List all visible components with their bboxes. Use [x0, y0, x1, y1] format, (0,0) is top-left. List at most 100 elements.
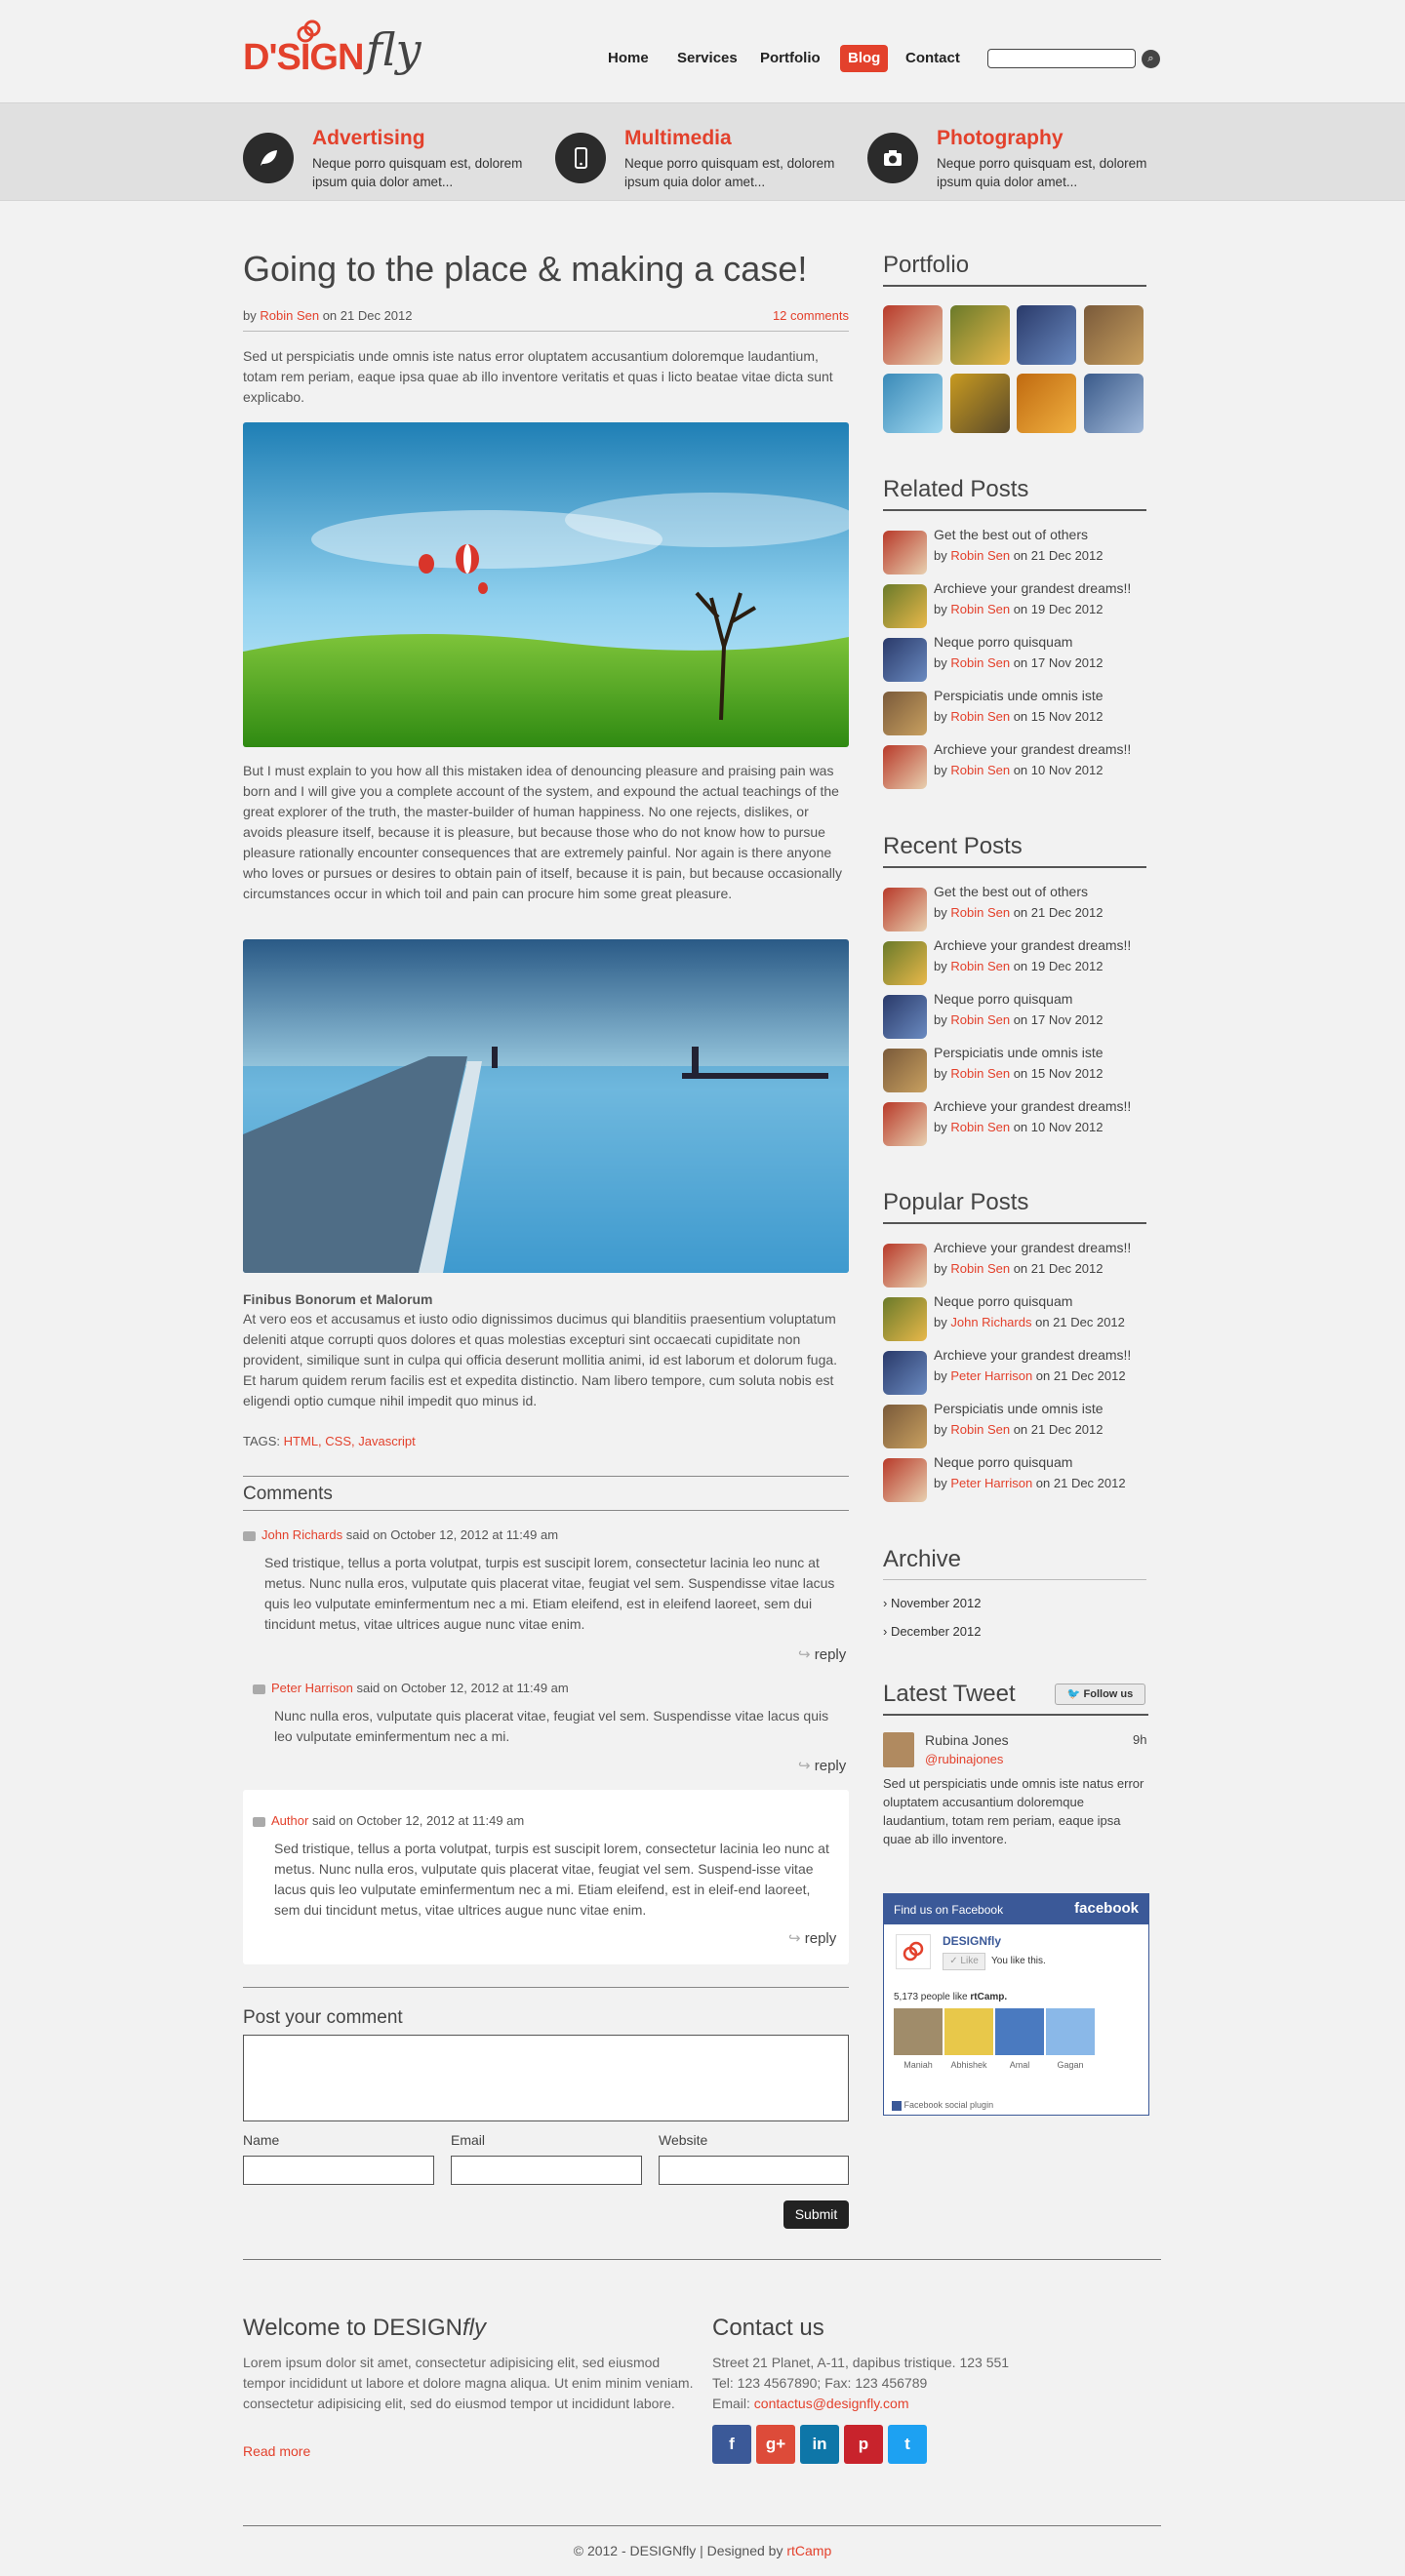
facebook-page-name[interactable]: DESIGNfly — [943, 1934, 1001, 1948]
sidebar-post-item[interactable]: Archieve your grandest dreams!! by Robin … — [883, 1240, 1156, 1288]
sidebar-post-author[interactable]: Robin Sen — [950, 763, 1010, 777]
follow-us-button[interactable]: 🐦 Follow us — [1055, 1684, 1145, 1705]
nav-contact[interactable]: Contact — [898, 45, 968, 72]
sidebar-post-title[interactable]: Archieve your grandest dreams!! — [934, 580, 1131, 596]
sidebar-post-title[interactable]: Perspiciatis unde omnis iste — [934, 688, 1104, 703]
pinterest-icon[interactable]: p — [844, 2425, 883, 2464]
reply-button[interactable]: ↪ reply — [798, 1757, 846, 1774]
comment-date: said on October 12, 2012 at 11:49 am — [311, 1813, 525, 1828]
sidebar-post-author[interactable]: John Richards — [950, 1315, 1031, 1329]
comment-textarea[interactable] — [243, 2035, 849, 2121]
sidebar-post-item[interactable]: Perspiciatis unde omnis iste by Robin Sen… — [883, 1401, 1156, 1449]
like-button[interactable]: ✓ Like — [943, 1953, 985, 1970]
reply-button[interactable]: ↪ reply — [788, 1929, 836, 1947]
sidebar-post-author[interactable]: Robin Sen — [950, 905, 1010, 920]
sidebar-post-item[interactable]: Archieve your grandest dreams!! by Peter … — [883, 1347, 1156, 1396]
portfolio-thumb[interactable] — [883, 374, 943, 433]
name-field[interactable] — [243, 2156, 434, 2185]
google-plus-icon[interactable]: g+ — [756, 2425, 795, 2464]
reply-button[interactable]: ↪ reply — [798, 1645, 846, 1663]
fan-face[interactable] — [1046, 2008, 1095, 2055]
archive-link[interactable]: › November 2012 — [883, 1596, 981, 1610]
comment-author[interactable]: Peter Harrison — [271, 1681, 353, 1695]
portfolio-thumb[interactable] — [950, 305, 1010, 365]
feature-multimedia[interactable]: Multimedia Neque porro quisquam est, dol… — [555, 125, 848, 189]
portfolio-thumb[interactable] — [1017, 374, 1076, 433]
portfolio-thumb[interactable] — [883, 305, 943, 365]
archive-link[interactable]: › December 2012 — [883, 1624, 981, 1639]
fan-face[interactable] — [944, 2008, 993, 2055]
sidebar-post-item[interactable]: Neque porro quisquam by Robin Sen on 17 N… — [883, 634, 1156, 683]
sidebar-post-item[interactable]: Perspiciatis unde omnis iste by Robin Sen… — [883, 1045, 1156, 1093]
nav-blog[interactable]: Blog — [840, 45, 889, 72]
read-more-link[interactable]: Read more — [243, 2443, 310, 2459]
sidebar-post-item[interactable]: Archieve your grandest dreams!! by Robin … — [883, 1098, 1156, 1147]
search-input[interactable] — [987, 49, 1136, 68]
sidebar-post-author[interactable]: Robin Sen — [950, 655, 1010, 670]
nav-portfolio[interactable]: Portfolio — [752, 45, 828, 72]
sidebar-post-author[interactable]: Robin Sen — [950, 1066, 1010, 1081]
portfolio-thumb[interactable] — [1017, 305, 1076, 365]
search-icon[interactable]: ⌕ — [1142, 50, 1160, 68]
sidebar-post-author[interactable]: Peter Harrison — [950, 1368, 1032, 1383]
sidebar-post-item[interactable]: Neque porro quisquam by Robin Sen on 17 N… — [883, 991, 1156, 1040]
nav-services[interactable]: Services — [669, 45, 745, 72]
sidebar-post-item[interactable]: Neque porro quisquam by Peter Harrison on… — [883, 1454, 1156, 1503]
feature-photography[interactable]: Photography Neque porro quisquam est, do… — [867, 125, 1160, 189]
post-author-link[interactable]: Robin Sen — [260, 308, 319, 323]
tweet-handle[interactable]: @rubinajones — [925, 1752, 1003, 1766]
portfolio-thumb[interactable] — [1084, 374, 1144, 433]
sidebar-post-item[interactable]: Neque porro quisquam by John Richards on … — [883, 1293, 1156, 1342]
sidebar-post-author[interactable]: Robin Sen — [950, 548, 1010, 563]
sidebar-post-author[interactable]: Robin Sen — [950, 1261, 1010, 1276]
sidebar-post-item[interactable]: Get the best out of others by Robin Sen o… — [883, 884, 1156, 932]
sidebar-post-title[interactable]: Neque porro quisquam — [934, 1293, 1072, 1309]
sidebar-post-item[interactable]: Perspiciatis unde omnis iste by Robin Sen… — [883, 688, 1156, 736]
sidebar-post-title[interactable]: Archieve your grandest dreams!! — [934, 1347, 1131, 1363]
sidebar-post-title[interactable]: Neque porro quisquam — [934, 634, 1072, 650]
feature-advertising[interactable]: Advertising Neque porro quisquam est, do… — [243, 125, 536, 189]
portfolio-thumb[interactable] — [1084, 305, 1144, 365]
comment-author[interactable]: John Richards — [261, 1527, 342, 1542]
comments-count-link[interactable]: 12 comments — [773, 308, 849, 323]
sidebar-post-title[interactable]: Get the best out of others — [934, 884, 1088, 899]
sidebar-post-title[interactable]: Archieve your grandest dreams!! — [934, 741, 1131, 757]
post-title: Going to the place & making a case! — [243, 249, 808, 289]
sidebar-post-author[interactable]: Robin Sen — [950, 709, 1010, 724]
sidebar-post-author[interactable]: Robin Sen — [950, 1120, 1010, 1134]
submit-button[interactable]: Submit — [783, 2200, 849, 2229]
website-field[interactable] — [659, 2156, 849, 2185]
fan-face[interactable] — [894, 2008, 943, 2055]
email-link[interactable]: contactus@designfly.com — [754, 2396, 909, 2411]
sidebar-post-title[interactable]: Perspiciatis unde omnis iste — [934, 1045, 1104, 1060]
sidebar-post-author[interactable]: Robin Sen — [950, 1422, 1010, 1437]
sidebar-post-author[interactable]: Robin Sen — [950, 602, 1010, 616]
sidebar-post-title[interactable]: Neque porro quisquam — [934, 1454, 1072, 1470]
sidebar-post-meta: by Robin Sen on 15 Nov 2012 — [934, 1066, 1104, 1081]
tweet-text: Sed ut perspiciatis unde omnis iste natu… — [883, 1776, 1144, 1846]
designer-link[interactable]: rtCamp — [786, 2543, 831, 2558]
sidebar-post-item[interactable]: Get the best out of others by Robin Sen o… — [883, 527, 1156, 575]
email-field[interactable] — [451, 2156, 642, 2185]
sidebar-post-title[interactable]: Archieve your grandest dreams!! — [934, 937, 1131, 953]
sidebar-post-item[interactable]: Archieve your grandest dreams!! by Robin … — [883, 741, 1156, 790]
sidebar-post-title[interactable]: Perspiciatis unde omnis iste — [934, 1401, 1104, 1416]
sidebar-post-title[interactable]: Neque porro quisquam — [934, 991, 1072, 1007]
sidebar-post-author[interactable]: Peter Harrison — [950, 1476, 1032, 1490]
linkedin-icon[interactable]: in — [800, 2425, 839, 2464]
sidebar-post-author[interactable]: Robin Sen — [950, 1012, 1010, 1027]
nav-home[interactable]: Home — [600, 45, 657, 72]
twitter-icon[interactable]: t — [888, 2425, 927, 2464]
sidebar-post-title[interactable]: Archieve your grandest dreams!! — [934, 1240, 1131, 1255]
fan-face[interactable] — [995, 2008, 1044, 2055]
sidebar-post-date: on 21 Dec 2012 — [1013, 1261, 1104, 1276]
sidebar-post-title[interactable]: Get the best out of others — [934, 527, 1088, 542]
facebook-icon[interactable]: f — [712, 2425, 751, 2464]
sidebar-post-title[interactable]: Archieve your grandest dreams!! — [934, 1098, 1131, 1114]
portfolio-thumb[interactable] — [950, 374, 1010, 433]
tags-links[interactable]: HTML, CSS, Javascript — [284, 1434, 416, 1448]
sidebar-post-item[interactable]: Archieve your grandest dreams!! by Robin … — [883, 937, 1156, 986]
sidebar-post-item[interactable]: Archieve your grandest dreams!! by Robin … — [883, 580, 1156, 629]
sidebar-post-author[interactable]: Robin Sen — [950, 959, 1010, 973]
comment-author[interactable]: Author — [271, 1813, 308, 1828]
